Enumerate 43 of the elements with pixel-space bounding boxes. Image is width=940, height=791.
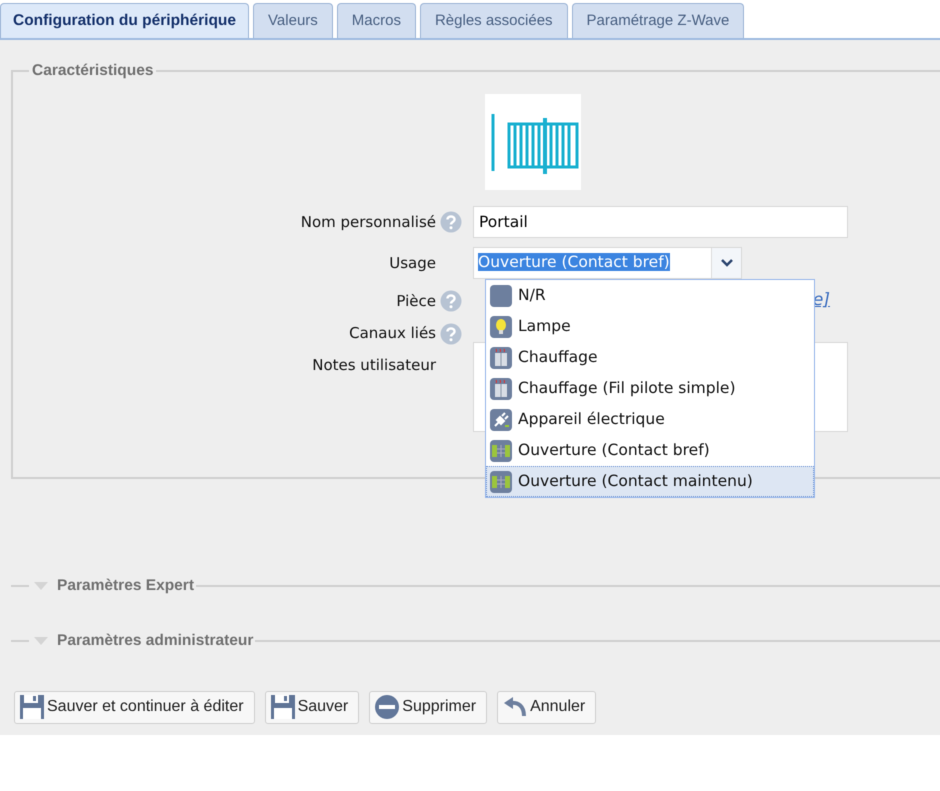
- gate-icon: [485, 94, 581, 190]
- usage-select[interactable]: Ouverture (Contact bref): [473, 247, 742, 279]
- field-label: Canaux liés: [349, 323, 436, 344]
- section-header[interactable]: Paramètres administrateur: [49, 629, 256, 652]
- field-label: Notes utilisateur: [312, 354, 436, 376]
- cancel-button[interactable]: Annuler: [497, 690, 596, 724]
- dropdown-option[interactable]: Chauffage (Fil pilote simple): [486, 373, 814, 404]
- help-icon[interactable]: [440, 290, 462, 312]
- dropdown-option[interactable]: Lampe: [486, 311, 814, 342]
- help-icon[interactable]: [440, 211, 462, 233]
- help-icon[interactable]: [440, 322, 462, 344]
- name-field[interactable]: Portail: [473, 206, 848, 238]
- tab[interactable]: Paramétrage Z-Wave: [572, 3, 744, 38]
- dropdown-option[interactable]: Appareil électrique: [486, 404, 814, 435]
- expander-icon[interactable]: [33, 580, 49, 591]
- dropdown-option[interactable]: Ouverture (Contact bref): [486, 435, 814, 466]
- tab[interactable]: Macros: [336, 3, 416, 38]
- field-label: Usage: [389, 252, 436, 274]
- radiator-icon: [490, 378, 512, 400]
- gate-icon: [490, 440, 512, 462]
- tab[interactable]: Règles associées: [420, 3, 568, 38]
- floppy-icon: [19, 694, 45, 720]
- field-label: Pièce: [396, 290, 436, 312]
- dropdown-option[interactable]: N/R: [486, 280, 814, 311]
- dropdown-option[interactable]: Ouverture (Contact maintenu): [486, 466, 814, 497]
- radiator-icon: [490, 346, 512, 368]
- expander-icon[interactable]: [33, 636, 49, 646]
- dropdown-option[interactable]: Chauffage: [486, 342, 814, 373]
- save-button[interactable]: Sauver et continuer à éditer: [14, 690, 255, 724]
- blank-icon: [490, 284, 512, 306]
- floppy-icon: [270, 694, 296, 720]
- tab[interactable]: Configuration du périphérique: [0, 3, 250, 38]
- section-legend: Caractéristiques: [29, 61, 156, 81]
- caret-icon: [720, 259, 732, 267]
- gate-icon: [490, 470, 512, 492]
- delete-button[interactable]: Supprimer: [369, 690, 488, 724]
- plug-icon: [490, 408, 512, 430]
- tab[interactable]: Valeurs: [253, 3, 333, 38]
- bulb-icon: [490, 316, 512, 338]
- field-label: Nom personnalisé: [300, 212, 436, 233]
- minus-circle-icon: [374, 694, 400, 720]
- save-button[interactable]: Sauver: [264, 690, 360, 724]
- section-header[interactable]: Paramètres Expert: [49, 574, 196, 598]
